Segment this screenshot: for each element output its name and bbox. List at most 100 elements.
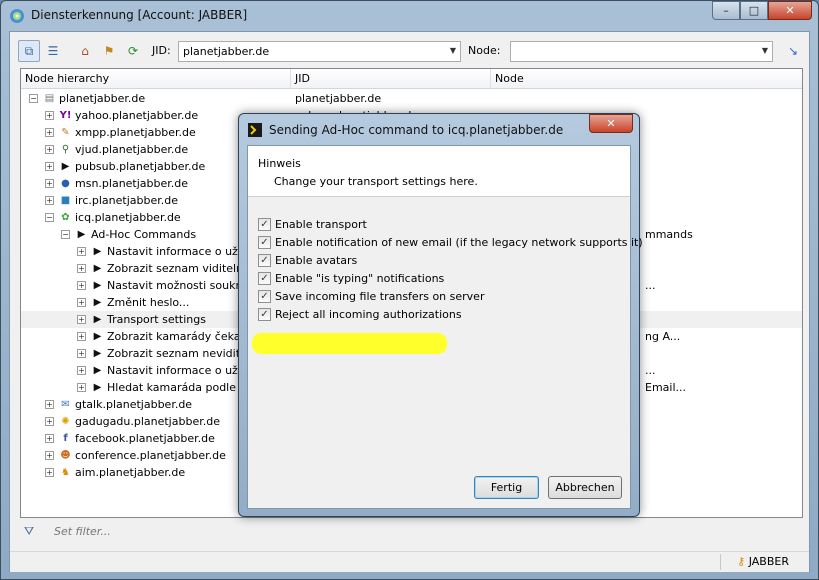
- option-row[interactable]: ✓ Save incoming file transfers on server: [258, 288, 618, 305]
- facebook-icon: f: [63, 433, 68, 444]
- option-label: Enable notification of new email (if the…: [275, 236, 643, 249]
- dialog-close-button[interactable]: ✕: [589, 114, 633, 133]
- expand-icon[interactable]: +: [77, 298, 86, 307]
- status-bar: ⚷ JABBER: [10, 551, 809, 572]
- chevron-down-icon[interactable]: ▼: [762, 46, 768, 55]
- expand-icon[interactable]: +: [45, 128, 54, 137]
- dialog-header: Hinweis Change your transport settings h…: [248, 146, 630, 197]
- tree-row-name: xmpp.planetjabber.de: [75, 126, 196, 139]
- expand-icon[interactable]: +: [45, 468, 54, 477]
- home-button[interactable]: ⌂: [74, 40, 96, 62]
- tree-row-node: mmands: [645, 228, 693, 241]
- hint-title: Hinweis: [258, 157, 301, 170]
- column-header-node[interactable]: Node: [491, 69, 802, 89]
- discovery-app-icon: [10, 9, 24, 23]
- refresh-button[interactable]: ⟳: [122, 40, 144, 62]
- terminal-icon: ▶: [93, 280, 102, 291]
- option-row[interactable]: ✓ Reject all incoming authorizations: [258, 306, 618, 323]
- expand-icon[interactable]: +: [77, 264, 86, 273]
- terminal-icon: ▶: [93, 348, 102, 359]
- discover-button[interactable]: ↘: [782, 40, 804, 62]
- expand-icon[interactable]: +: [77, 366, 86, 375]
- option-checkbox[interactable]: ✓: [258, 218, 271, 231]
- collapse-icon[interactable]: −: [45, 213, 54, 222]
- list-view-button[interactable]: ☰: [42, 40, 64, 62]
- node-combobox[interactable]: ▼: [510, 41, 773, 62]
- filter-input[interactable]: Set filter...: [54, 525, 111, 538]
- tree-row[interactable]: − ▤ planetjabber.de planetjabber.de: [21, 90, 802, 107]
- option-checkbox[interactable]: ✓: [258, 308, 271, 321]
- refresh-icon: ⟳: [127, 44, 139, 58]
- expand-icon[interactable]: +: [45, 434, 54, 443]
- status-account: ⚷ JABBER: [737, 555, 789, 568]
- tree-view-icon: ⧉: [24, 43, 34, 58]
- expand-icon[interactable]: +: [77, 315, 86, 324]
- filter-icon: ⛛: [24, 524, 35, 538]
- expand-icon[interactable]: +: [45, 162, 54, 171]
- tree-row-name: Ad-Hoc Commands: [91, 228, 197, 241]
- highlight-marker: [252, 333, 447, 354]
- option-row[interactable]: ✓ Enable avatars: [258, 252, 618, 269]
- tree-row-name: planetjabber.de: [59, 92, 146, 105]
- option-checkbox[interactable]: ✓: [258, 236, 271, 249]
- tree-row-name: irc.planetjabber.de: [75, 194, 179, 207]
- tree-row-jid: planetjabber.de: [295, 92, 382, 105]
- option-label: Enable "is typing" notifications: [275, 272, 445, 285]
- status-separator: [720, 554, 721, 570]
- search-user-icon: ⚲: [61, 144, 70, 155]
- collapse-icon[interactable]: −: [29, 94, 38, 103]
- fertig-button[interactable]: Fertig: [474, 476, 539, 499]
- expand-icon[interactable]: +: [45, 179, 54, 188]
- tree-row-name: Transport settings: [107, 313, 206, 326]
- option-checkbox[interactable]: ✓: [258, 272, 271, 285]
- expand-icon[interactable]: +: [77, 349, 86, 358]
- chevron-down-icon[interactable]: ▼: [450, 46, 456, 55]
- expand-icon[interactable]: +: [77, 247, 86, 256]
- tree-row-node: ...: [645, 364, 656, 377]
- tree-row-name: conference.planetjabber.de: [75, 449, 226, 462]
- jid-combobox[interactable]: planetjabber.de ▼: [178, 41, 461, 62]
- expand-icon[interactable]: +: [77, 281, 86, 290]
- column-header-node-hierarchy[interactable]: Node hierarchy: [21, 69, 291, 89]
- option-label: Enable transport: [275, 218, 367, 231]
- tree-view-button[interactable]: ⧉: [18, 40, 40, 62]
- expand-icon[interactable]: +: [45, 196, 54, 205]
- tree-row-name: msn.planetjabber.de: [75, 177, 189, 190]
- tree-row-name: gadugadu.planetjabber.de: [75, 415, 220, 428]
- option-row[interactable]: ✓ Enable "is typing" notifications: [258, 270, 618, 287]
- expand-icon[interactable]: +: [45, 145, 54, 154]
- option-row[interactable]: ✓ Enable notification of new email (if th…: [258, 234, 643, 251]
- list-view-icon: ☰: [47, 44, 59, 58]
- option-checkbox[interactable]: ✓: [258, 290, 271, 303]
- maximize-button[interactable]: □: [740, 1, 768, 20]
- expand-icon[interactable]: +: [45, 417, 54, 426]
- home-icon: ⌂: [81, 44, 89, 58]
- tree-row-node: Email...: [645, 381, 687, 394]
- expand-icon[interactable]: +: [45, 111, 54, 120]
- tree-row-name: Nastavit informace o uživat: [107, 245, 259, 258]
- window-titlebar[interactable]: Diensterkennung [Account: JABBER] – □ ✕: [1, 1, 818, 31]
- node-label: Node:: [468, 44, 501, 57]
- expand-icon[interactable]: +: [45, 451, 54, 460]
- irc-icon: ■: [60, 195, 71, 206]
- terminal-icon: ▶: [93, 263, 102, 274]
- aim-icon: ♞: [61, 467, 70, 478]
- adhoc-dialog: Sending Ad-Hoc command to icq.planetjabb…: [238, 113, 643, 517]
- key-icon: ⚷: [737, 555, 746, 568]
- abbrechen-button[interactable]: Abbrechen: [548, 476, 622, 499]
- hint-text: Change your transport settings here.: [274, 175, 478, 188]
- terminal-icon: [248, 123, 262, 137]
- close-button[interactable]: ✕: [768, 1, 812, 20]
- xmpp-icon: ✎: [61, 127, 70, 138]
- option-checkbox[interactable]: ✓: [258, 254, 271, 267]
- expand-icon[interactable]: +: [77, 332, 86, 341]
- collapse-icon[interactable]: −: [61, 230, 70, 239]
- expand-icon[interactable]: +: [45, 400, 54, 409]
- minimize-button[interactable]: –: [712, 1, 740, 20]
- terminal-icon: ▶: [93, 331, 102, 342]
- filter-bar: ⛛ Set filter...: [20, 520, 803, 542]
- column-header-jid[interactable]: JID: [291, 69, 491, 89]
- bookmark-button[interactable]: ⚑: [98, 40, 120, 62]
- expand-icon[interactable]: +: [77, 383, 86, 392]
- option-row[interactable]: ✓ Enable transport: [258, 216, 618, 233]
